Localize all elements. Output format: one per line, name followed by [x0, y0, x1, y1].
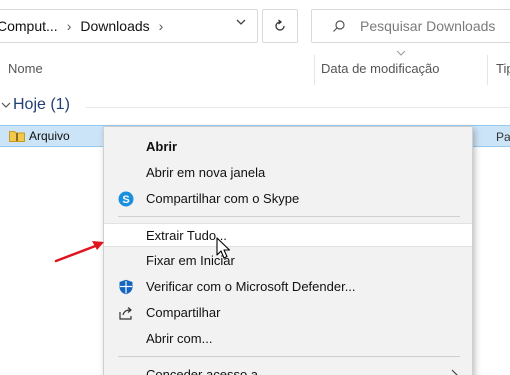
search-input[interactable]: Pesquisar Downloads: [311, 9, 510, 43]
menu-item-label: Abrir com...: [146, 331, 213, 346]
search-icon: [333, 20, 345, 32]
menu-item-compartilhar[interactable]: Compartilhar: [104, 301, 472, 325]
menu-item-verificar-defender[interactable]: Verificar com o Microsoft Defender...: [104, 275, 472, 299]
breadcrumb-downloads[interactable]: Downloads: [80, 18, 149, 34]
refresh-button[interactable]: [262, 9, 298, 43]
file-name[interactable]: Arquivo: [29, 129, 70, 143]
column-header-date-modified[interactable]: Data de modificação: [321, 61, 440, 76]
zip-folder-icon: [9, 131, 25, 142]
menu-item-label: Conceder acesso a: [146, 367, 259, 375]
menu-item-label: Verificar com o Microsoft Defender...: [146, 279, 356, 294]
address-bar[interactable]: Comput... › Downloads ›: [0, 9, 258, 43]
svg-text:S: S: [122, 194, 129, 206]
file-explorer-window: Comput... › Downloads › Pesquisar Downlo…: [0, 0, 510, 375]
column-header-name[interactable]: Nome: [8, 61, 43, 76]
context-menu: Abrir Abrir em nova janela S Compartilha…: [103, 126, 473, 375]
annotation-arrow-icon: [54, 241, 104, 263]
menu-item-label: Compartilhar com o Skype: [146, 191, 300, 206]
menu-item-label: Compartilhar: [146, 305, 221, 320]
breadcrumb-separator-icon[interactable]: ›: [159, 18, 164, 34]
defender-icon: [119, 279, 133, 295]
group-header-today[interactable]: Hoje (1): [13, 96, 70, 114]
menu-item-abrir-com[interactable]: Abrir com...: [104, 327, 472, 351]
menu-item-fixar-iniciar[interactable]: Fixar em Iniciar: [104, 249, 472, 273]
refresh-icon: [275, 19, 285, 31]
menu-separator: [118, 356, 460, 357]
file-type: Pa: [496, 130, 510, 144]
menu-item-extrair-tudo[interactable]: Extrair Tudo...: [104, 223, 472, 247]
group-divider: [86, 107, 510, 108]
skype-icon: S: [118, 191, 134, 207]
menu-item-conceder-acesso[interactable]: Conceder acesso a: [104, 363, 472, 375]
menu-item-label: Abrir: [146, 139, 178, 154]
chevron-down-icon[interactable]: [1, 101, 11, 109]
chevron-down-icon[interactable]: [236, 17, 246, 27]
column-header-type[interactable]: Tip: [496, 61, 510, 76]
menu-item-label: Abrir em nova janela: [146, 165, 266, 180]
menu-item-abrir[interactable]: Abrir: [104, 135, 472, 159]
chevron-right-icon: [451, 369, 458, 375]
menu-item-compartilhar-skype[interactable]: S Compartilhar com o Skype: [104, 187, 472, 211]
mouse-cursor-icon: [216, 237, 231, 259]
breadcrumb-separator-icon[interactable]: ›: [67, 18, 72, 34]
share-icon: [119, 307, 132, 320]
menu-separator: [118, 216, 460, 217]
column-divider[interactable]: [314, 55, 315, 85]
column-divider[interactable]: [487, 55, 488, 85]
sort-caret-icon: [396, 50, 406, 56]
menu-item-abrir-nova-janela[interactable]: Abrir em nova janela: [104, 161, 472, 185]
breadcrumb-computer[interactable]: Comput...: [0, 18, 58, 34]
menu-item-label: Extrair Tudo...: [146, 228, 227, 243]
search-placeholder: Pesquisar Downloads: [360, 18, 496, 34]
